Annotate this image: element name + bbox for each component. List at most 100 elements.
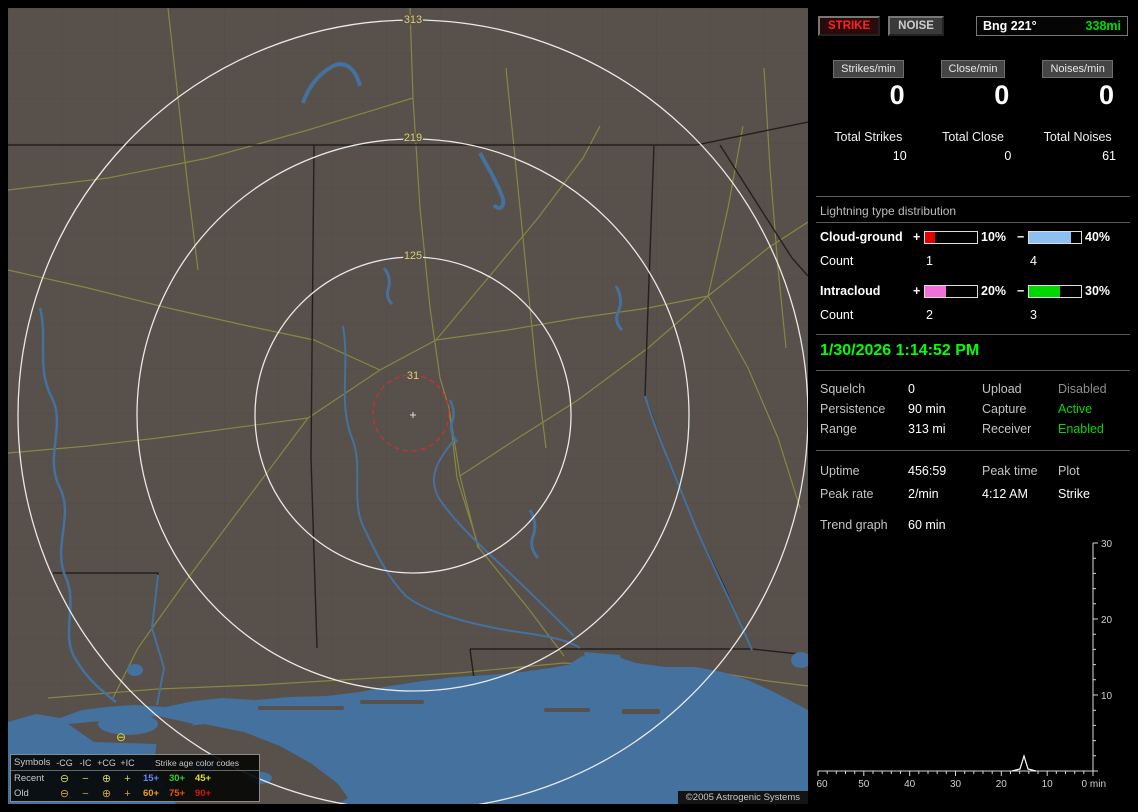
bearing-panel: Bng 221° 338mi (976, 16, 1128, 36)
uptime-label: Uptime (820, 464, 860, 478)
uptime-value: 456:59 (908, 464, 947, 478)
plus-sign: + (913, 230, 921, 244)
receiver-status: Enabled (1058, 422, 1104, 436)
y-tick-10: 10 (1101, 691, 1113, 702)
peak-rate-label: Peak rate (820, 487, 874, 501)
legend-col-pos-ic: +IC (120, 757, 135, 768)
age-45: 45+ (194, 773, 212, 784)
cloud-ground-count-row: Count 1 4 (816, 254, 1130, 270)
x-tick-60: 60 (816, 779, 828, 790)
plus-sign: + (913, 284, 921, 298)
ic-minus-percent: 30% (1085, 284, 1111, 298)
trend-series-strike (1011, 753, 1037, 772)
trend-graph: 30 20 10 60 50 40 30 20 10 0 min (816, 539, 1113, 790)
peak-time-value: 4:12 AM (982, 487, 1028, 501)
capture-status: Active (1058, 402, 1093, 416)
settings-row-1: Squelch 0 Upload Disabled (816, 382, 1130, 400)
stats-row-1: Uptime 456:59 Peak time Plot (816, 464, 1130, 482)
capture-label: Capture (982, 402, 1027, 416)
age-15: 15+ (142, 773, 160, 784)
total-close-value: 0 (1004, 149, 1012, 163)
persistence-label: Persistence (820, 402, 886, 416)
cg-minus-percent: 40% (1085, 230, 1111, 244)
trend-axes (818, 543, 1094, 772)
lake-pontchartrain (98, 713, 158, 735)
trend-window-value: 60 min (908, 518, 946, 532)
pos-cg-recent-icon: ⊕ (101, 773, 112, 785)
bearing-value: Bng 221° (983, 19, 1037, 33)
ic-minus-count: 3 (1030, 308, 1037, 322)
age-75: 75+ (168, 788, 186, 799)
ic-minus-bar (1028, 285, 1082, 298)
total-noises-label: Total Noises (1043, 130, 1112, 144)
cg-plus-percent: 10% (981, 230, 1007, 244)
strikes-per-min-label: Strikes/min (833, 60, 904, 78)
pos-ic-old-icon: + (124, 787, 131, 800)
y-major-ticks (1093, 542, 1098, 772)
pos-ic-recent-icon: + (124, 772, 131, 785)
y-tick-20: 20 (1101, 615, 1113, 626)
noises-per-min-label: Noises/min (1042, 60, 1113, 78)
rate-counters: Strikes/min 0 Close/min 0 Noises/min 0 (816, 60, 1130, 109)
legend-col-neg-ic: -IC (79, 757, 92, 768)
legend-col-neg-cg: -CG (56, 757, 73, 768)
legend-recent-label: Recent (14, 773, 45, 784)
peak-rate-value: 2/min (908, 487, 939, 501)
squelch-label: Squelch (820, 382, 866, 396)
x-tick-20: 20 (996, 779, 1008, 790)
x-major-ticks (817, 771, 1094, 776)
legend-symbols-title: Symbols (14, 757, 51, 768)
strike-marker-icon: ⊖ (116, 730, 126, 744)
range-value: 313 mi (908, 422, 946, 436)
plot-label: Plot (1058, 464, 1080, 478)
y-tick-30: 30 (1101, 539, 1113, 550)
plot-value: Strike (1058, 487, 1090, 501)
map-svg: 313 219 125 31 ⊖ (8, 8, 808, 804)
stats-row-2: Peak rate 2/min 4:12 AM Strike (816, 487, 1130, 505)
legend-age-title: Strike age color codes (154, 757, 240, 768)
strikes-per-min-value: 0 (889, 80, 905, 110)
strike-legend: Symbols -CG -IC +CG +IC Strike age color… (10, 754, 260, 802)
distribution-title: Lightning type distribution (820, 204, 957, 218)
trend-label-row: Trend graph 60 min (816, 518, 1130, 536)
pos-cg-old-icon: ⊕ (101, 788, 112, 800)
neg-cg-old-icon: ⊖ (59, 788, 70, 800)
total-strikes-label: Total Strikes (834, 130, 903, 144)
age-90: 90+ (194, 788, 212, 799)
age-30: 30+ (168, 773, 186, 784)
divider (816, 450, 1130, 451)
close-per-min-value: 0 (994, 80, 1010, 110)
cloud-ground-row: Cloud-ground + 10% − 40% (816, 230, 1130, 246)
divider (816, 334, 1130, 335)
upload-status: Disabled (1058, 382, 1107, 396)
copyright-text: ©2005 Astrogenic Systems (677, 791, 808, 804)
x-tick-50: 50 (858, 779, 870, 790)
settings-row-3: Range 313 mi Receiver Enabled (816, 422, 1130, 440)
noise-button[interactable]: NOISE (888, 16, 944, 36)
x-tick-0min: 0 min (1082, 779, 1106, 790)
minus-sign: − (1017, 230, 1025, 244)
cg-plus-count: 1 (926, 254, 933, 268)
persistence-value: 90 min (908, 402, 946, 416)
x-tick-40: 40 (904, 779, 916, 790)
radar-map[interactable]: 313 219 125 31 ⊖ Symbols -CG -IC +CG +IC… (8, 8, 808, 804)
total-close-label: Total Close (942, 130, 1004, 144)
cg-minus-fill (1029, 232, 1071, 243)
neg-cg-recent-icon: ⊖ (59, 773, 70, 785)
x-tick-30: 30 (950, 779, 962, 790)
strike-button[interactable]: STRIKE (818, 16, 881, 36)
receiver-label: Receiver (982, 422, 1032, 436)
mode-toolbar: STRIKE NOISE Bng 221° 338mi (818, 16, 1128, 36)
status-sidebar: STRIKE NOISE Bng 221° 338mi Strikes/min … (816, 8, 1130, 804)
intracloud-label: Intracloud (820, 284, 881, 298)
total-strikes-value: 10 (892, 149, 907, 163)
squelch-value: 0 (908, 382, 915, 396)
cg-plus-bar (924, 231, 978, 244)
intracloud-count-row: Count 2 3 (816, 308, 1130, 324)
cg-minus-bar (1028, 231, 1082, 244)
ring-label-31: 31 (407, 370, 419, 382)
ring-label-219: 219 (404, 132, 422, 144)
cg-plus-fill (925, 232, 936, 243)
peak-time-label: Peak time (982, 464, 1038, 478)
legend-old-row: Old ⊖ − ⊕ + 60+ 75+ 90+ (11, 786, 259, 801)
